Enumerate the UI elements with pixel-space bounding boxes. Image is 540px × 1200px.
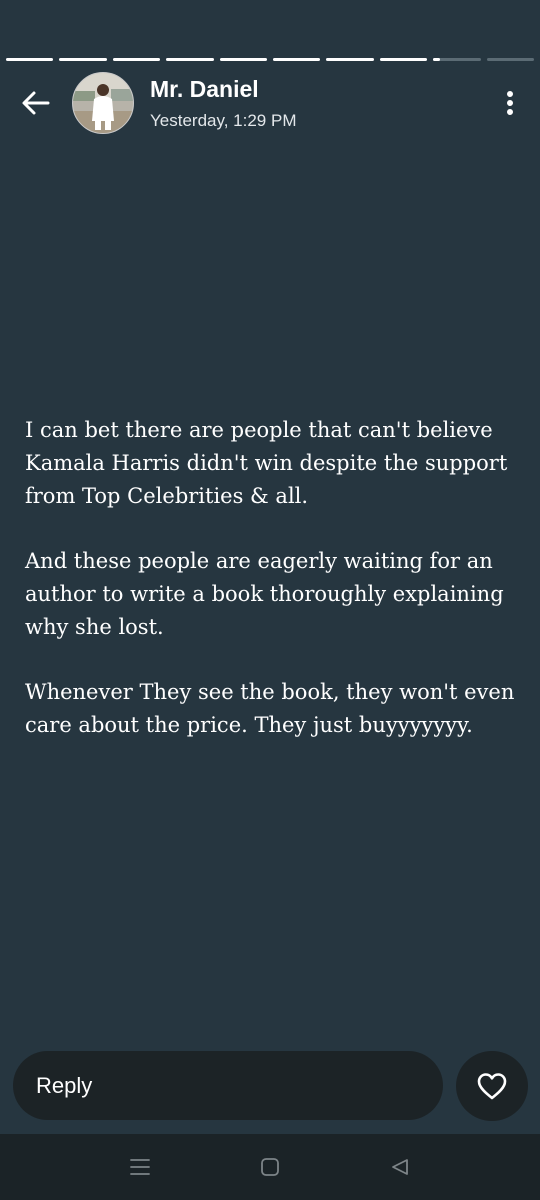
progress-segment	[59, 58, 107, 61]
status-paragraph: I can bet there are people that can't be…	[25, 418, 508, 508]
progress-segment-fill	[433, 58, 441, 61]
back-arrow-icon	[22, 91, 50, 115]
more-options-button[interactable]	[498, 86, 522, 120]
avatar[interactable]	[72, 72, 134, 134]
status-viewer: Mr. Daniel Yesterday, 1:29 PM I can bet …	[0, 0, 540, 1200]
progress-segment	[6, 58, 54, 61]
progress-segment	[166, 58, 214, 61]
status-header: Mr. Daniel Yesterday, 1:29 PM	[0, 72, 540, 134]
status-progress-bar	[6, 58, 535, 61]
progress-segment	[273, 58, 321, 61]
heart-icon	[477, 1073, 507, 1100]
status-author-name: Mr. Daniel	[150, 76, 259, 102]
progress-segment	[486, 58, 535, 61]
status-timestamp: Yesterday, 1:29 PM	[150, 111, 297, 130]
progress-segment	[112, 58, 161, 61]
nav-back-icon	[392, 1159, 408, 1175]
progress-segment	[379, 58, 428, 61]
home-icon	[261, 1158, 279, 1176]
status-paragraph: Whenever They see the book, they won't e…	[25, 680, 515, 737]
home-button[interactable]	[240, 1147, 300, 1187]
avatar-photo	[73, 73, 133, 133]
like-button[interactable]	[456, 1051, 528, 1121]
recents-button[interactable]	[110, 1147, 170, 1187]
reply-input[interactable]	[36, 1072, 416, 1099]
progress-segment	[433, 58, 481, 61]
nav-back-button[interactable]	[370, 1147, 430, 1187]
system-navigation-bar	[0, 1134, 540, 1200]
back-button[interactable]	[18, 85, 54, 121]
recents-icon	[130, 1159, 150, 1175]
progress-segment	[219, 58, 268, 61]
more-vertical-icon	[507, 91, 513, 115]
reply-box[interactable]	[13, 1051, 443, 1120]
status-paragraph: And these people are eagerly waiting for…	[25, 549, 504, 639]
status-text-content: I can bet there are people that can't be…	[25, 414, 525, 774]
progress-segment	[326, 58, 374, 61]
